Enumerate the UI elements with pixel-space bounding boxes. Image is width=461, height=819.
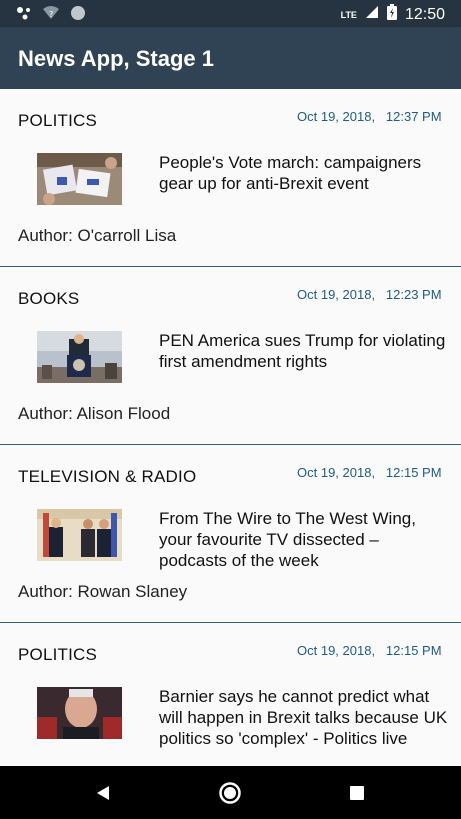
article-section: TELEVISION & RADIO xyxy=(18,467,197,486)
system-nav-bar xyxy=(0,766,461,819)
article-thumbnail xyxy=(37,509,122,561)
article-headline: Barnier says he cannot predict what will… xyxy=(159,687,448,748)
news-card[interactable]: POLITICS Oct 19, 2018, 12:15 PM Barnier … xyxy=(0,623,461,766)
article-section: POLITICS xyxy=(18,645,98,664)
article-date: Oct 19, 2018, 12:15 PM xyxy=(297,465,442,480)
home-icon[interactable] xyxy=(217,780,243,806)
recents-icon[interactable] xyxy=(344,780,370,806)
article-thumbnail xyxy=(37,331,122,383)
status-bar: ? LTE 12:50 xyxy=(0,0,461,27)
wifi-unknown-icon: ? xyxy=(42,6,60,25)
sync-circle-icon xyxy=(70,5,86,26)
article-date: Oct 19, 2018, 12:15 PM xyxy=(297,643,442,658)
article-section: BOOKS xyxy=(18,289,80,308)
signal-icon xyxy=(365,5,379,24)
status-right-icons: LTE 12:50 xyxy=(341,4,445,25)
article-date: Oct 19, 2018, 12:23 PM xyxy=(297,287,442,302)
article-headline: People's Vote march: campaigners gear up… xyxy=(159,153,422,193)
status-time: 12:50 xyxy=(404,5,445,23)
news-list[interactable]: POLITICS Oct 19, 2018, 12:37 PM People's… xyxy=(0,89,461,766)
article-headline: PEN America sues Trump for violating fir… xyxy=(159,331,446,371)
news-card[interactable]: POLITICS Oct 19, 2018, 12:37 PM People's… xyxy=(0,89,461,267)
status-left-icons: ? xyxy=(16,5,86,26)
article-author: Author: Rowan Slaney xyxy=(18,582,188,601)
notification-dots-icon xyxy=(16,6,32,25)
article-date: Oct 19, 2018, 12:37 PM xyxy=(297,109,442,124)
article-author: Author: O'carroll Lisa xyxy=(18,226,177,245)
article-thumbnail xyxy=(37,687,122,739)
app-title: News App, Stage 1 xyxy=(18,46,215,71)
battery-charging-icon xyxy=(386,4,397,25)
back-icon[interactable] xyxy=(90,780,116,806)
app-bar: News App, Stage 1 xyxy=(0,27,461,89)
article-thumbnail xyxy=(37,153,122,205)
news-card[interactable]: TELEVISION & RADIO Oct 19, 2018, 12:15 P… xyxy=(0,445,461,623)
article-author: Author: Alison Flood xyxy=(18,404,171,423)
svg-text:?: ? xyxy=(49,10,53,19)
news-card[interactable]: BOOKS Oct 19, 2018, 12:23 PM PEN America… xyxy=(0,267,461,445)
article-section: POLITICS xyxy=(18,111,98,130)
article-headline: From The Wire to The West Wing, your fav… xyxy=(159,509,416,570)
network-type-label: LTE xyxy=(340,9,357,20)
